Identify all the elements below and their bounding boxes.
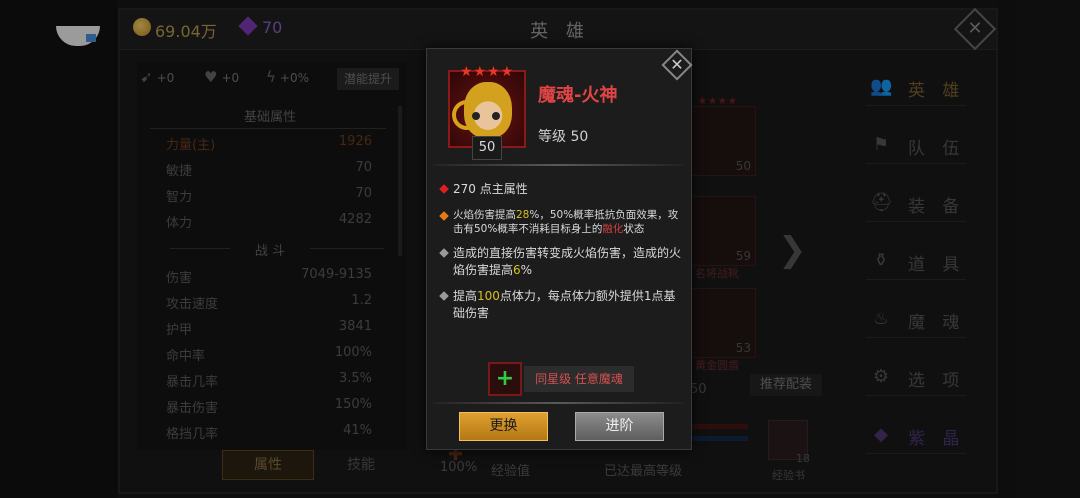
advance-button[interactable]: 进阶 <box>575 412 664 441</box>
plus-icon: + <box>495 366 515 391</box>
add-material-slot[interactable]: + <box>488 362 522 396</box>
replace-button[interactable]: 更换 <box>459 412 548 441</box>
soul-name: 魔魂-火神 <box>538 85 618 106</box>
popup-divider <box>433 164 683 166</box>
star-rating-icon: ★★★★ <box>460 64 515 80</box>
popup-divider <box>433 402 683 404</box>
close-icon: ✕ <box>670 55 684 74</box>
hero-face <box>464 82 512 138</box>
material-requirement: 同星级 任意魔魂 <box>524 366 634 392</box>
soul-level: 等级 50 <box>538 129 589 145</box>
level-badge: 50 <box>472 136 502 160</box>
